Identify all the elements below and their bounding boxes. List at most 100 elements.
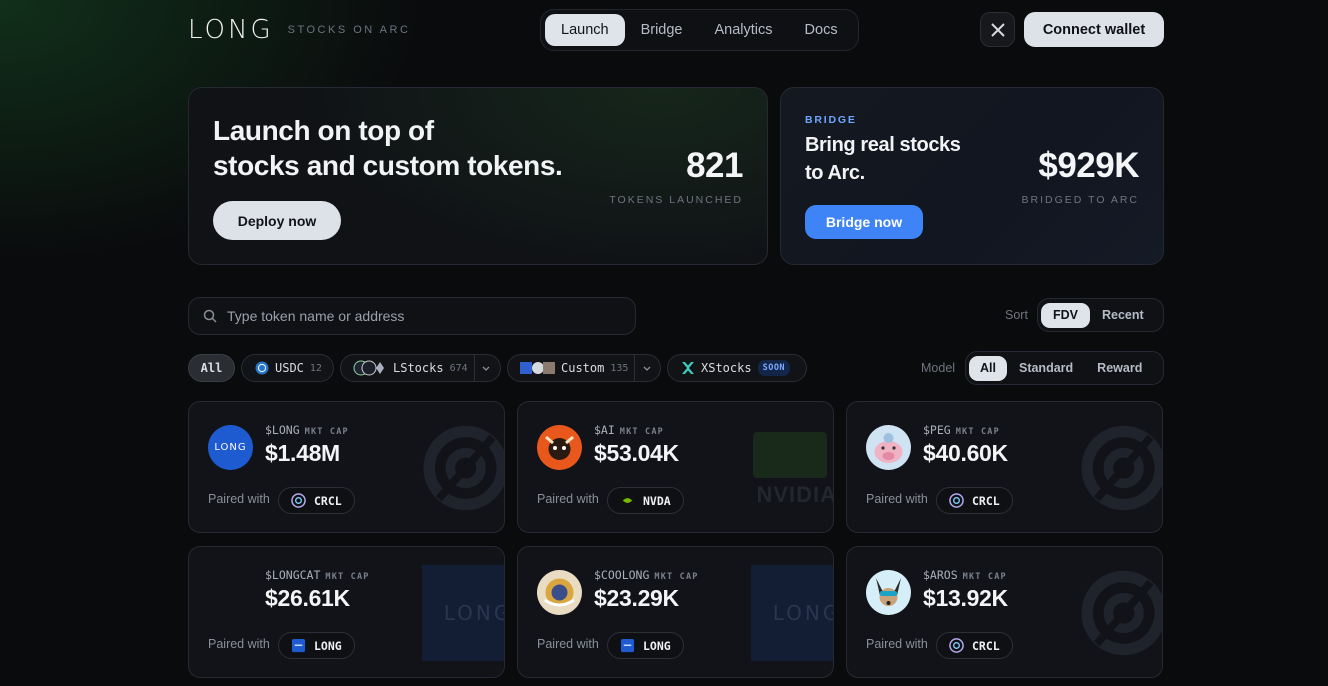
- sort-label: Sort: [1005, 308, 1028, 322]
- main-nav: Launch Bridge Analytics Docs: [540, 9, 859, 51]
- pair-ticker: LONG: [643, 638, 671, 653]
- filter-custom[interactable]: Custom 135: [507, 354, 661, 382]
- bridge-title-line-1: Bring real stocks: [805, 134, 961, 156]
- token-avatar: [537, 570, 582, 615]
- token-ticker: $AI MKT CAP: [594, 423, 664, 437]
- mkt-cap-label: MKT CAP: [654, 572, 699, 582]
- market-cap-value: $13.92K: [923, 585, 1008, 611]
- nav-launch[interactable]: Launch: [545, 14, 625, 46]
- token-avatar: [537, 425, 582, 470]
- bridge-hero-title: Bring real stocks to Arc.: [805, 131, 961, 187]
- token-avatar: LONG: [208, 425, 253, 470]
- pair-chip[interactable]: LONG: [607, 632, 684, 659]
- paired-with-label: Paired with: [208, 492, 270, 506]
- pair-chip[interactable]: CRCL: [936, 632, 1013, 659]
- sort-fdv[interactable]: FDV: [1041, 302, 1090, 328]
- filter-usdc-label: USDC: [275, 361, 304, 375]
- xstocks-icon: [682, 362, 694, 374]
- pair-chip[interactable]: CRCL: [936, 487, 1013, 514]
- pair-ticker: NVDA: [643, 493, 671, 508]
- token-avatar: [866, 425, 911, 470]
- token-ticker: $LONGCAT MKT CAP: [265, 568, 370, 582]
- nav-bridge[interactable]: Bridge: [625, 14, 699, 46]
- bridged-amount: $929K: [1038, 146, 1139, 185]
- pair-ticker: CRCL: [972, 493, 1000, 508]
- token-card-ai[interactable]: NVIDIA $AI MKT CAP $53.04K Paired with NV…: [517, 401, 834, 533]
- token-card-long[interactable]: LONG $LONG MKT CAP $1.48M Paired with CRC…: [188, 401, 505, 533]
- chevron-down-icon[interactable]: [634, 355, 658, 381]
- ticker-text: $AI: [594, 423, 615, 437]
- avatar-long-wordmark: LONG: [214, 442, 247, 453]
- crcl-icon: [949, 638, 964, 653]
- token-card-peg[interactable]: $PEG MKT CAP $40.60K Paired with CRCL: [846, 401, 1163, 533]
- bridge-now-button[interactable]: Bridge now: [805, 205, 923, 239]
- long-watermark-text: LONG: [772, 601, 833, 625]
- paired-with-label: Paired with: [866, 637, 928, 651]
- bridge-kicker: BRIDGE: [805, 114, 857, 126]
- crcl-icon: [291, 493, 306, 508]
- connect-wallet-button[interactable]: Connect wallet: [1024, 12, 1164, 47]
- x-social-button[interactable]: [980, 12, 1015, 47]
- custom-stack-icon: [520, 362, 555, 374]
- launch-hero-card: Launch on top of stocks and custom token…: [188, 87, 768, 265]
- nav-analytics[interactable]: Analytics: [699, 14, 789, 46]
- model-toggle: All Standard Reward: [965, 351, 1164, 385]
- x-logo-icon: [990, 22, 1005, 37]
- pair-chip[interactable]: LONG: [278, 632, 355, 659]
- search-icon: [203, 309, 217, 323]
- ticker-text: $AROS: [923, 568, 958, 582]
- long-watermark-text: LONG: [443, 601, 504, 625]
- tokens-launched-label: TOKENS LAUNCHED: [609, 194, 743, 206]
- chevron-down-icon[interactable]: [473, 355, 498, 381]
- mkt-cap-label: MKT CAP: [304, 427, 349, 437]
- usdc-icon: [255, 361, 269, 375]
- arc-watermark-icon: [1081, 425, 1162, 511]
- token-ticker: $LONG MKT CAP: [265, 423, 349, 437]
- long-watermark: LONG: [422, 565, 504, 661]
- token-card-aros[interactable]: $AROS MKT CAP $13.92K Paired with CRCL: [846, 546, 1163, 678]
- model-all[interactable]: All: [969, 355, 1007, 381]
- filter-xstocks[interactable]: XStocks SOON: [667, 354, 807, 382]
- filter-lstocks[interactable]: LStocks 674: [340, 354, 501, 382]
- nav-docs[interactable]: Docs: [789, 14, 854, 46]
- ticker-text: $LONG: [265, 423, 300, 437]
- mkt-cap-label: MKT CAP: [962, 572, 1007, 582]
- logo[interactable]: LONG STOCKS ON ARC: [188, 17, 410, 43]
- long-token-icon: [291, 638, 306, 653]
- nvidia-watermark-text: NVIDIA: [756, 482, 834, 507]
- mkt-cap-label: MKT CAP: [619, 427, 665, 437]
- token-ticker: $AROS MKT CAP: [923, 568, 1007, 582]
- logo-wordmark: LONG: [188, 15, 274, 45]
- market-cap-value: $53.04K: [594, 440, 679, 466]
- nvidia-icon: [620, 495, 635, 506]
- market-cap-value: $1.48M: [265, 440, 340, 466]
- token-card-longcat[interactable]: LONG $LONGCAT MKT CAP $26.61K Paired with…: [188, 546, 505, 678]
- market-cap-value: $40.60K: [923, 440, 1008, 466]
- model-standard[interactable]: Standard: [1007, 356, 1085, 381]
- filter-usdc[interactable]: USDC 12: [241, 354, 334, 382]
- soon-badge: SOON: [757, 360, 791, 376]
- token-ticker: $PEG MKT CAP: [923, 423, 1000, 437]
- pair-chip[interactable]: CRCL: [278, 487, 355, 514]
- token-card-coolong[interactable]: LONG $COOLONG MKT CAP $23.29K Paired with…: [517, 546, 834, 678]
- paired-with-label: Paired with: [537, 637, 599, 651]
- filter-usdc-count: 12: [309, 362, 322, 374]
- mkt-cap-label: MKT CAP: [325, 572, 370, 582]
- pair-ticker: LONG: [314, 638, 342, 653]
- model-reward[interactable]: Reward: [1085, 356, 1154, 381]
- pair-chip[interactable]: NVDA: [607, 487, 684, 514]
- bridged-label: BRIDGED TO ARC: [1021, 194, 1139, 206]
- launch-title-line-1: Launch on top of: [213, 115, 434, 146]
- crcl-icon: [949, 493, 964, 508]
- filter-lstocks-count: 674: [449, 362, 468, 374]
- long-watermark: LONG: [751, 565, 833, 661]
- sort-recent[interactable]: Recent: [1090, 303, 1156, 328]
- arc-watermark-icon: [423, 425, 504, 511]
- search-input[interactable]: Type token name or address: [188, 297, 636, 335]
- filter-lstocks-label: LStocks: [393, 361, 444, 375]
- deploy-now-button[interactable]: Deploy now: [213, 201, 341, 240]
- paired-with-label: Paired with: [537, 492, 599, 506]
- model-label: Model: [921, 361, 956, 375]
- filter-all[interactable]: All: [188, 354, 235, 382]
- paired-with-label: Paired with: [208, 637, 270, 651]
